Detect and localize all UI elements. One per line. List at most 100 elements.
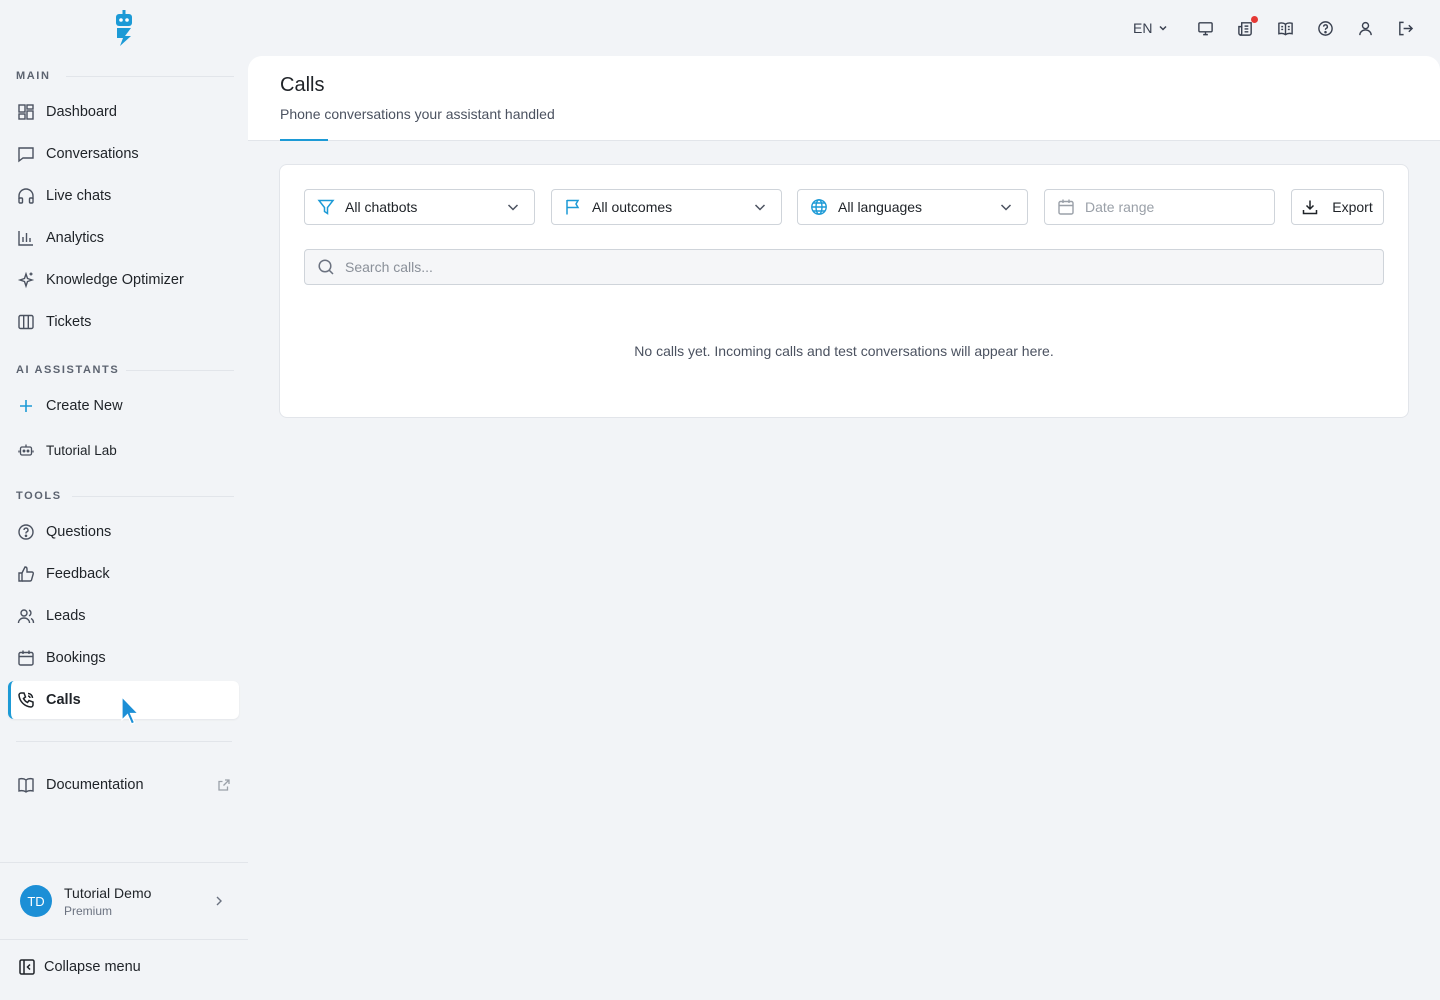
sidebar-item-label: Questions — [46, 524, 112, 540]
app-logo[interactable] — [111, 10, 137, 46]
guides-button[interactable] — [1277, 17, 1294, 39]
columns-icon — [17, 313, 35, 331]
question-circle-icon — [17, 523, 35, 541]
account-button[interactable] — [1357, 17, 1374, 39]
search-input[interactable] — [345, 259, 1345, 275]
chevron-down-icon — [506, 200, 520, 214]
collapse-sidebar-icon — [18, 958, 36, 976]
sidebar: MAIN Dashboard Conversations Live chats … — [0, 0, 248, 1000]
notification-dot — [1251, 15, 1258, 23]
headphones-icon — [17, 187, 35, 205]
section-label-ai-assistants: AI ASSISTANTS — [16, 364, 120, 376]
export-label: Export — [1332, 199, 1373, 215]
book-open-icon — [1277, 20, 1294, 37]
sidebar-item-label: Calls — [46, 692, 81, 708]
logout-button[interactable] — [1397, 17, 1414, 39]
sidebar-item-label: Bookings — [46, 650, 106, 666]
user-name: Tutorial Demo — [64, 884, 152, 901]
chevron-right-icon — [212, 894, 226, 908]
calendar-icon — [1057, 198, 1075, 216]
news-icon — [1237, 15, 1258, 37]
title-accent-underline — [280, 139, 328, 141]
sidebar-item-analytics[interactable]: Analytics — [8, 219, 239, 257]
outcome-filter-select[interactable]: All outcomes — [551, 189, 782, 225]
sidebar-item-label: Knowledge Optimizer — [46, 272, 184, 288]
book-icon — [17, 776, 35, 794]
page-subtitle: Phone conversations your assistant handl… — [280, 106, 555, 122]
page-header: Calls Phone conversations your assistant… — [248, 56, 1440, 141]
language-label: EN — [1133, 20, 1153, 36]
sidebar-item-label: Tutorial Lab — [46, 442, 117, 458]
sidebar-item-label: Leads — [46, 608, 86, 624]
page-title: Calls — [280, 74, 325, 96]
sidebar-item-label: Dashboard — [46, 104, 117, 120]
search-icon — [317, 258, 335, 276]
chatbot-filter-select[interactable]: All chatbots — [304, 189, 535, 225]
sidebar-item-tickets[interactable]: Tickets — [8, 303, 239, 341]
calls-card: All chatbots All outcomes All languages — [279, 164, 1409, 418]
sidebar-item-conversations[interactable]: Conversations — [8, 135, 239, 173]
collapse-menu-button[interactable]: Collapse menu — [18, 958, 141, 976]
section-label-tools: TOOLS — [16, 490, 62, 502]
plus-icon — [17, 397, 35, 415]
chatbot-filter-value: All chatbots — [345, 199, 418, 215]
sidebar-item-label: Feedback — [46, 566, 110, 582]
language-filter-select[interactable]: All languages — [797, 189, 1028, 225]
main-content: Calls Phone conversations your assistant… — [248, 56, 1440, 1000]
sidebar-item-label: Live chats — [46, 188, 112, 204]
bot-icon — [17, 441, 35, 459]
globe-icon — [810, 198, 828, 216]
sidebar-divider — [0, 862, 248, 863]
sidebar-item-dashboard[interactable]: Dashboard — [8, 93, 239, 131]
section-divider — [126, 370, 234, 371]
export-button[interactable]: Export — [1291, 189, 1384, 225]
users-icon — [17, 607, 35, 625]
external-link-icon — [217, 778, 231, 792]
news-button[interactable] — [1237, 15, 1258, 39]
download-icon — [1302, 199, 1318, 215]
date-range-placeholder: Date range — [1085, 199, 1155, 215]
help-button[interactable] — [1317, 17, 1334, 39]
user-plan: Premium — [64, 903, 113, 918]
sidebar-item-create-new[interactable]: Create New — [8, 387, 239, 425]
sidebar-item-label: Tickets — [46, 314, 92, 330]
chevron-down-icon — [753, 200, 767, 214]
monitor-icon — [1197, 20, 1214, 37]
filter-icon — [317, 198, 335, 216]
sidebar-item-leads[interactable]: Leads — [8, 597, 239, 635]
outcome-filter-value: All outcomes — [592, 199, 673, 215]
chevron-down-icon — [999, 200, 1013, 214]
sidebar-divider — [16, 741, 232, 742]
mouse-pointer-icon — [120, 696, 140, 728]
sidebar-item-questions[interactable]: Questions — [8, 513, 239, 551]
help-icon — [1317, 20, 1334, 37]
sidebar-item-live-chats[interactable]: Live chats — [8, 177, 239, 215]
calendar-icon — [17, 649, 35, 667]
section-label-main: MAIN — [16, 70, 51, 82]
logout-icon — [1397, 20, 1414, 37]
sidebar-item-documentation[interactable]: Documentation — [8, 766, 239, 804]
user-profile-card[interactable]: TD Tutorial Demo Premium — [8, 874, 240, 928]
chat-icon — [17, 145, 35, 163]
empty-state-message: No calls yet. Incoming calls and test co… — [634, 343, 1054, 359]
sidebar-item-label: Conversations — [46, 146, 139, 162]
language-selector[interactable]: EN — [1133, 17, 1169, 39]
sidebar-item-tutorial-lab[interactable]: Tutorial Lab — [8, 431, 239, 469]
sidebar-item-label: Create New — [46, 398, 123, 414]
thumbs-up-icon — [17, 565, 35, 583]
monitor-button[interactable] — [1197, 17, 1214, 39]
sidebar-item-knowledge-optimizer[interactable]: Knowledge Optimizer — [8, 261, 239, 299]
section-divider — [72, 496, 234, 497]
chevron-down-icon — [1152, 22, 1169, 34]
sidebar-item-bookings[interactable]: Bookings — [8, 639, 239, 677]
search-calls-field[interactable] — [304, 249, 1384, 285]
section-divider — [66, 76, 234, 77]
date-range-picker[interactable]: Date range — [1044, 189, 1275, 225]
flag-icon — [564, 198, 582, 216]
sidebar-item-label: Documentation — [46, 777, 144, 793]
avatar: TD — [20, 885, 52, 917]
bar-chart-icon — [17, 229, 35, 247]
sidebar-item-feedback[interactable]: Feedback — [8, 555, 239, 593]
collapse-menu-label: Collapse menu — [44, 959, 141, 975]
language-filter-value: All languages — [838, 199, 923, 215]
